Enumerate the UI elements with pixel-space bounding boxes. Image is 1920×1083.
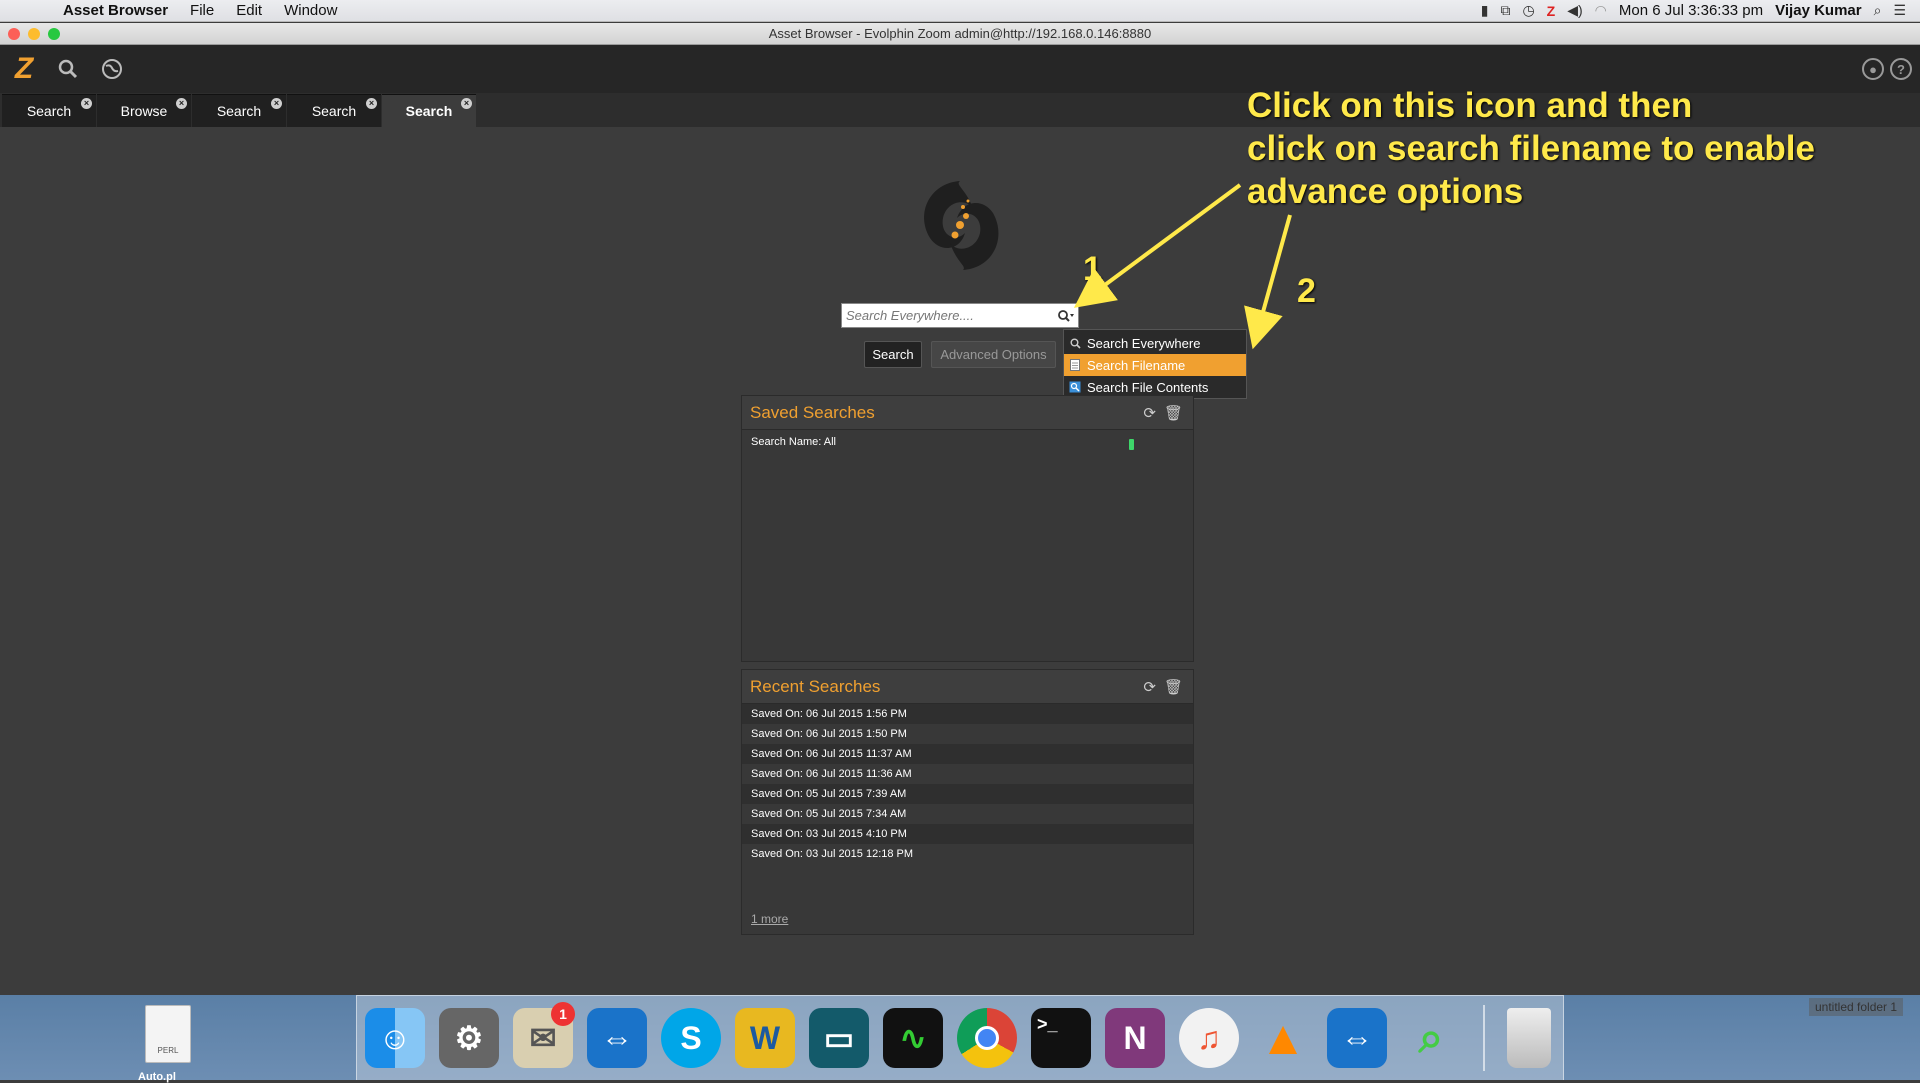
system-preferences-icon[interactable]: ⚙	[439, 1008, 499, 1068]
trash-icon[interactable]: 🗑	[1164, 678, 1183, 696]
tab-close-icon[interactable]: ×	[366, 98, 377, 109]
menu-window[interactable]: Window	[273, 2, 348, 19]
more-link[interactable]: 1 more	[751, 912, 788, 926]
tab-search-1[interactable]: Search ×	[2, 94, 96, 127]
recent-searches-header: Recent Searches ⟳ 🗑	[742, 670, 1193, 704]
finder-icon[interactable]: ☺	[365, 1008, 425, 1068]
list-item[interactable]: Saved On: 05 Jul 2015 7:39 AM	[742, 784, 1193, 804]
itunes-icon[interactable]: ♫	[1179, 1008, 1239, 1068]
user-name[interactable]: Vijay Kumar	[1775, 2, 1861, 19]
recent-searches-title: Recent Searches	[750, 676, 881, 696]
perl-file-icon[interactable]: PERL	[145, 1005, 191, 1063]
content-search-icon	[1069, 381, 1081, 393]
search-box	[841, 303, 1079, 328]
terminal-icon[interactable]: >_	[1031, 1008, 1091, 1068]
help-icon[interactable]: ?	[1890, 58, 1912, 80]
tab-search-3[interactable]: Search ×	[287, 94, 381, 127]
recent-searches-panel: Recent Searches ⟳ 🗑 Saved On: 06 Jul 201…	[741, 669, 1194, 935]
list-item[interactable]: Saved On: 05 Jul 2015 7:34 AM	[742, 804, 1193, 824]
desktop-folder-label[interactable]: untitled folder 1	[1809, 998, 1904, 1016]
clock[interactable]: Mon 6 Jul 3:36:33 pm	[1619, 2, 1763, 19]
zoom-window-button[interactable]	[48, 28, 60, 40]
menu-item-search-everywhere[interactable]: Search Everywhere	[1064, 332, 1246, 354]
globe-icon[interactable]	[92, 49, 132, 89]
onenote-icon[interactable]: N	[1105, 1008, 1165, 1068]
filezilla-icon[interactable]: W	[735, 1008, 795, 1068]
search-icon[interactable]	[48, 49, 88, 89]
volume-icon[interactable]: ◀)	[1567, 2, 1582, 19]
search-input[interactable]	[842, 305, 1054, 326]
menu-edit[interactable]: Edit	[225, 2, 273, 19]
tab-close-icon[interactable]: ×	[271, 98, 282, 109]
status-indicator-icon	[1129, 439, 1134, 450]
dock-separator	[1483, 1005, 1485, 1071]
advanced-options-button[interactable]: Advanced Options	[931, 341, 1056, 368]
list-item[interactable]: Saved On: 06 Jul 2015 1:56 PM	[742, 704, 1193, 724]
saved-searches-header: Saved Searches ⟳ 🗑	[742, 396, 1193, 430]
tab-search-2[interactable]: Search ×	[192, 94, 286, 127]
window-title-bar: Asset Browser - Evolphin Zoom admin@http…	[0, 23, 1920, 45]
refresh-icon[interactable]: ⟳	[1143, 404, 1156, 422]
document-icon	[1069, 359, 1081, 371]
menu-app-name[interactable]: Asset Browser	[52, 2, 179, 19]
vlc-icon[interactable]: ▲	[1253, 1008, 1313, 1068]
dock: ☺ ⚙ ✉ 1 ⇔ S W ▭ ∿ >_ N ♫ ▲ ⇔ ⌕	[356, 995, 1564, 1080]
saved-searches-panel: Saved Searches ⟳ 🗑 Search Name: All	[741, 395, 1194, 662]
menu-file[interactable]: File	[179, 2, 225, 19]
zoom-search-icon[interactable]: ⌕	[1401, 1008, 1461, 1068]
tab-search-active[interactable]: Search ×	[382, 94, 476, 127]
annotation-number-1: 1	[1083, 250, 1102, 288]
menu-item-search-filename[interactable]: Search Filename	[1064, 354, 1246, 376]
magnifier-icon	[1069, 337, 1081, 349]
chrome-icon[interactable]	[957, 1008, 1017, 1068]
search-button[interactable]: Search	[864, 341, 922, 368]
screen-sharing-icon[interactable]: ▭	[809, 1008, 869, 1068]
saved-searches-title: Saved Searches	[750, 402, 875, 422]
tab-browse[interactable]: Browse ×	[97, 94, 191, 127]
wifi-icon[interactable]: ◠	[1595, 2, 1607, 19]
annotation-number-2: 2	[1297, 272, 1316, 310]
list-item[interactable]: Saved On: 03 Jul 2015 4:10 PM	[742, 824, 1193, 844]
menu-bar: Asset Browser File Edit Window ▮ ⧉ ◷ Z ◀…	[0, 0, 1920, 22]
search-scope-dropdown-icon[interactable]	[1054, 304, 1078, 327]
tray-teamviewer-icon[interactable]: ⧉	[1500, 2, 1510, 19]
window-title: Asset Browser - Evolphin Zoom admin@http…	[768, 26, 1152, 41]
spotlight-search-icon[interactable]: ⌕	[1874, 2, 1882, 19]
teamviewer-icon[interactable]: ⇔	[587, 1008, 647, 1068]
mail-icon[interactable]: ✉ 1	[513, 1002, 575, 1068]
tab-close-icon[interactable]: ×	[176, 98, 187, 109]
tray-timer-icon[interactable]: ◷	[1522, 2, 1534, 19]
list-item[interactable]: Saved On: 03 Jul 2015 12:18 PM	[742, 844, 1193, 864]
trash-bin-icon[interactable]	[1507, 1008, 1551, 1068]
notification-center-icon[interactable]: ☰	[1893, 2, 1906, 19]
activity-monitor-icon[interactable]: ∿	[883, 1008, 943, 1068]
mail-badge: 1	[551, 1002, 575, 1026]
zoom-logo-icon[interactable]: Z	[4, 49, 44, 89]
list-item[interactable]: Saved On: 06 Jul 2015 11:36 AM	[742, 764, 1193, 784]
list-item[interactable]: Search Name: All	[742, 432, 1193, 452]
tray-zoom-icon[interactable]: Z	[1547, 3, 1556, 19]
close-window-button[interactable]	[8, 28, 20, 40]
skype-icon[interactable]: S	[661, 1008, 721, 1068]
user-profile-icon[interactable]: ●	[1862, 58, 1884, 80]
tray-app-icon[interactable]: ▮	[1481, 2, 1489, 19]
evolphin-fish-logo-icon	[924, 181, 999, 270]
list-item[interactable]: Saved On: 06 Jul 2015 1:50 PM	[742, 724, 1193, 744]
refresh-icon[interactable]: ⟳	[1143, 678, 1156, 696]
tab-close-icon[interactable]: ×	[81, 98, 92, 109]
desktop-file-label[interactable]: Auto.pl	[138, 1071, 176, 1083]
annotation-text: Click on this icon and then click on sea…	[1247, 86, 1815, 211]
tab-close-icon[interactable]: ×	[461, 98, 472, 109]
teamviewer-icon[interactable]: ⇔	[1327, 1008, 1387, 1068]
list-item[interactable]: Saved On: 06 Jul 2015 11:37 AM	[742, 744, 1193, 764]
search-scope-menu: Search Everywhere Search Filename Search…	[1063, 329, 1247, 399]
minimize-window-button[interactable]	[28, 28, 40, 40]
trash-icon[interactable]: 🗑	[1164, 404, 1183, 422]
